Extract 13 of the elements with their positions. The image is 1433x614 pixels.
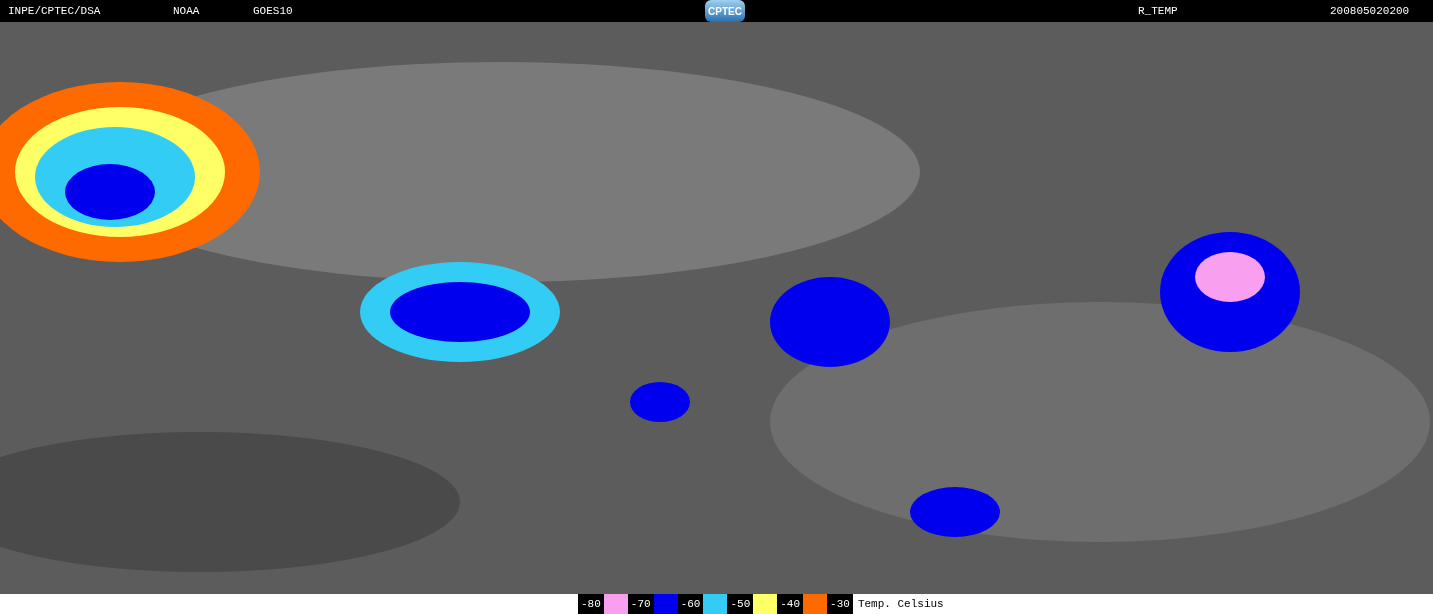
legend-value: -80 [578,594,604,614]
legend-value: -30 [827,594,853,614]
header-label: GOES10 [253,5,294,17]
legend-value: -40 [777,594,804,614]
legend-value: -70 [627,594,654,614]
logo: CPTEC [705,0,745,22]
legend-value: -50 [727,594,754,614]
legend-unit: Temp. Celsius [857,598,944,610]
header-label: NOAA [173,5,201,17]
product-label: R_TEMP [1138,5,1179,17]
legend-value: -60 [677,594,704,614]
timestamp: 200805020200 [1330,5,1411,17]
header-label: INPE/CPTEC/DSA [8,5,102,17]
